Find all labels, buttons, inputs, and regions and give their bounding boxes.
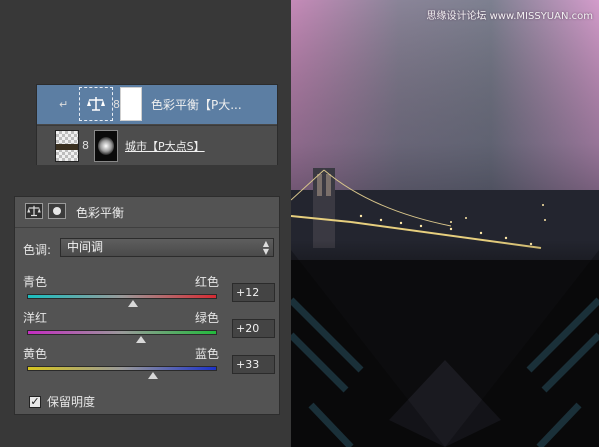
tone-label: 色调: [23, 243, 52, 257]
chevron-updown-icon: ▲ ▼ [262, 239, 269, 256]
tone-dropdown-value: 中间调 [67, 240, 104, 254]
canvas-preview[interactable]: 思缘设计论坛 www.MISSYUAN.com [291, 0, 599, 447]
slider-right-label: 红色 [195, 275, 220, 289]
layers-panel: ↵ 8 色彩平衡【P大... 8 城市【P大点S】 [36, 84, 278, 165]
layer-mask-thumbnail[interactable] [94, 130, 118, 162]
slider-value-input[interactable]: +33 [232, 355, 275, 374]
slider-value-input[interactable]: +12 [232, 283, 275, 302]
slider-left-label: 洋红 [23, 311, 48, 325]
link-chain-icon[interactable]: 8 [82, 139, 89, 152]
slider-thumb[interactable] [148, 372, 159, 379]
layer-row-city[interactable]: 8 城市【P大点S】 [37, 125, 277, 165]
layer-thumbnail[interactable] [55, 130, 79, 162]
properties-panel: 色彩平衡 色调: 中间调 ▲ ▼ 青色 红色 +12 洋红 绿色 +20 黄色 蓝… [14, 196, 280, 415]
slider-track[interactable] [27, 366, 217, 371]
slider-track[interactable] [27, 294, 217, 299]
watermark-text: 思缘设计论坛 www.MISSYUAN.com [426, 11, 593, 22]
slider-cyan-red: 青色 红色 +12 [15, 273, 279, 313]
balance-scale-icon[interactable] [25, 203, 43, 219]
slider-left-label: 黄色 [23, 347, 48, 361]
balance-scale-icon[interactable] [79, 87, 113, 121]
slider-value-input[interactable]: +20 [232, 319, 275, 338]
properties-header: 色彩平衡 [15, 197, 279, 228]
layer-mask-thumbnail[interactable] [120, 87, 142, 121]
preserve-luminosity[interactable]: ✓ 保留明度 [29, 393, 95, 410]
tone-dropdown[interactable]: 中间调 ▲ ▼ [60, 238, 274, 257]
canvas-artwork [291, 0, 599, 447]
preserve-luminosity-checkbox[interactable]: ✓ [29, 395, 41, 408]
clipping-arrow-icon: ↵ [59, 98, 69, 111]
link-chain-icon[interactable]: 8 [113, 98, 120, 111]
slider-yellow-blue: 黄色 蓝色 +33 [15, 345, 279, 385]
layer-name[interactable]: 城市【P大点S】 [125, 138, 205, 154]
slider-thumb[interactable] [128, 300, 139, 307]
layer-row-color-balance[interactable]: ↵ 8 色彩平衡【P大... [37, 85, 277, 124]
slider-track[interactable] [27, 330, 217, 335]
preserve-luminosity-label: 保留明度 [47, 395, 96, 409]
slider-right-label: 蓝色 [195, 347, 220, 361]
mask-icon[interactable] [48, 203, 66, 219]
slider-right-label: 绿色 [195, 311, 220, 325]
slider-magenta-green: 洋红 绿色 +20 [15, 309, 279, 349]
layer-name[interactable]: 色彩平衡【P大... [151, 96, 242, 113]
properties-title: 色彩平衡 [76, 206, 125, 220]
slider-left-label: 青色 [23, 275, 48, 289]
slider-thumb[interactable] [136, 336, 146, 343]
